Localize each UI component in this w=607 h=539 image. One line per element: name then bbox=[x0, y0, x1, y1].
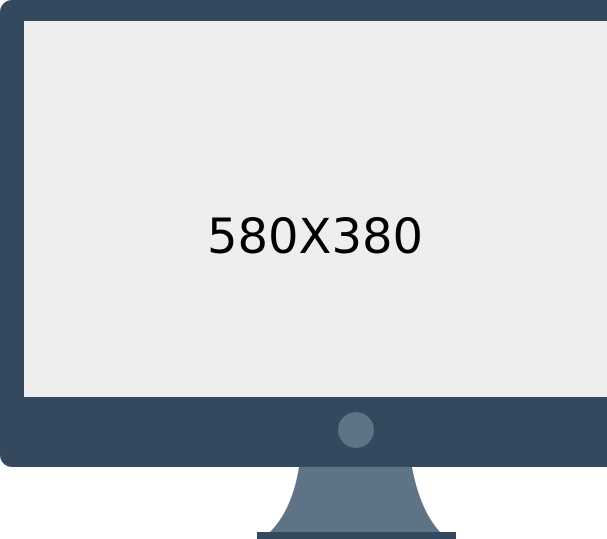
monitor-screen: 580X380 bbox=[24, 21, 607, 397]
stand-neck bbox=[270, 467, 440, 532]
monitor-frame: 580X380 bbox=[0, 0, 607, 467]
screen-size-label: 580X380 bbox=[206, 209, 424, 265]
stand-base bbox=[257, 532, 456, 539]
power-button-icon[interactable] bbox=[338, 412, 374, 448]
